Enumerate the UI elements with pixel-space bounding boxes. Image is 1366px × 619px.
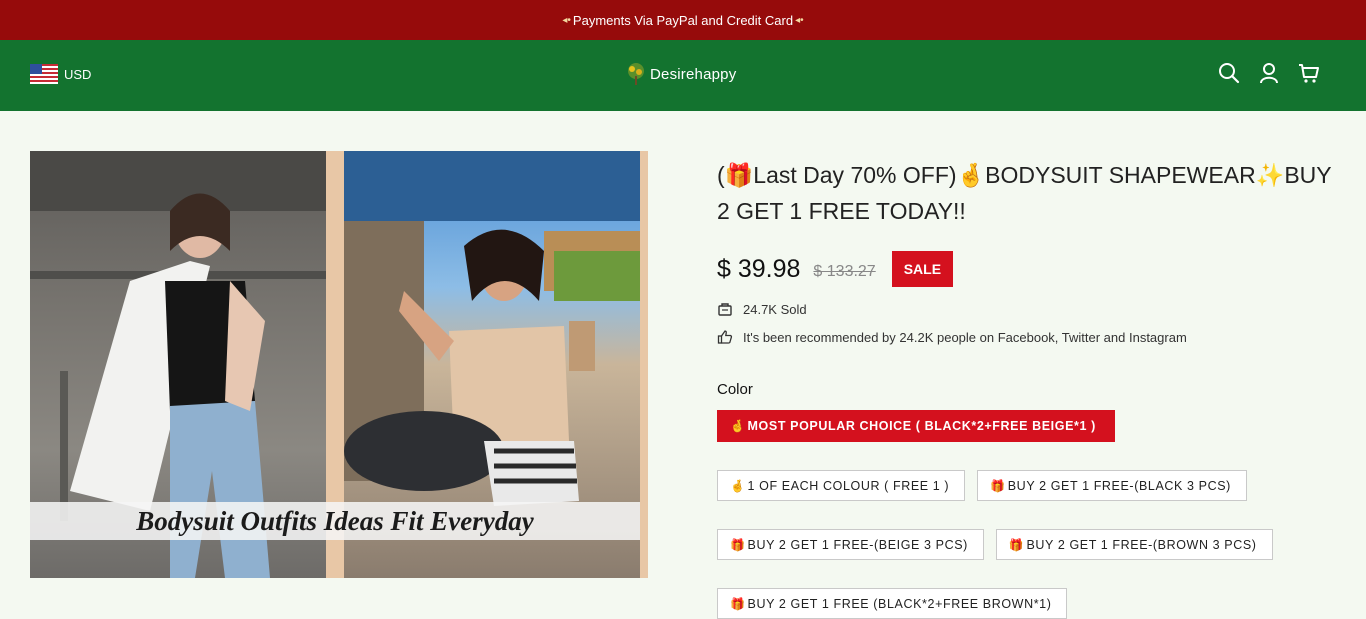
variant-option-beige-3[interactable]: 🎁 BUY 2 GET 1 FREE-(BEIGE 3 PCS): [717, 529, 984, 560]
cart-icon[interactable]: [1298, 62, 1320, 84]
currency-selector[interactable]: USD: [30, 64, 91, 84]
bag-icon: [718, 303, 732, 316]
variant-option-brown-3[interactable]: 🎁 BUY 2 GET 1 FREE-(BROWN 3 PCS): [995, 529, 1273, 560]
product-info: (🎁Last Day 70% OFF)🤞BODYSUIT SHAPEWEAR✨B…: [717, 157, 1342, 619]
announcement-bar: ◂• Payments Via PayPal and Credit Card ◂…: [0, 0, 1366, 40]
sale-badge: SALE: [891, 251, 954, 287]
recommendation-text: It's been recommended by 24.2K people on…: [743, 329, 1187, 345]
variant-label: BUY 2 GET 1 FREE-(BEIGE 3 PCS): [747, 538, 968, 552]
gift-icon: 🎁: [730, 597, 746, 611]
logo-text: Desirehappy: [650, 65, 737, 83]
color-variants: 🤞 MOST POPULAR CHOICE ( BLACK*2+FREE BEI…: [717, 410, 1347, 619]
gift-icon: 🎁: [730, 538, 746, 552]
gift-icon: 🎁: [990, 479, 1006, 493]
product-price: $ 39.98: [717, 254, 801, 283]
recommendation-row: It's been recommended by 24.2K people on…: [717, 329, 1342, 345]
account-icon[interactable]: [1258, 62, 1280, 84]
ornament-right-icon: ◂•: [795, 14, 804, 26]
variant-label: 1 OF EACH COLOUR ( FREE 1 ): [747, 479, 950, 493]
currency-label: USD: [64, 66, 92, 82]
search-icon[interactable]: [1218, 62, 1240, 84]
tree-logo-icon: [628, 63, 644, 85]
product-gallery[interactable]: Bodysuit Outfits Ideas Fit Everyday: [30, 151, 648, 578]
variant-label: BUY 2 GET 1 FREE-(BLACK 3 PCS): [1007, 479, 1231, 493]
variant-option-black-3[interactable]: 🎁 BUY 2 GET 1 FREE-(BLACK 3 PCS): [977, 470, 1247, 501]
gallery-caption: Bodysuit Outfits Ideas Fit Everyday: [30, 502, 640, 540]
gift-icon: 🎁: [1008, 538, 1025, 552]
variant-label: BUY 2 GET 1 FREE-(BROWN 3 PCS): [1026, 538, 1257, 552]
variant-label: MOST POPULAR CHOICE ( BLACK*2+FREE BEIGE…: [747, 419, 1096, 433]
color-label: Color: [717, 381, 753, 398]
price-row: $ 39.98 $ 133.27 SALE: [717, 249, 1342, 289]
variant-option-one-each[interactable]: 🤞 1 OF EACH COLOUR ( FREE 1 ): [717, 470, 966, 501]
us-flag-icon: [30, 64, 58, 84]
announcement-text: Payments Via PayPal and Credit Card: [572, 12, 794, 28]
ornament-left-icon: ◂•: [562, 14, 571, 26]
sold-count-row: 24.7K Sold: [717, 301, 1342, 317]
site-header: USD Desirehappy: [0, 40, 1366, 111]
variant-option-black-brown[interactable]: 🎁 BUY 2 GET 1 FREE (BLACK*2+FREE BROWN*1…: [717, 588, 1068, 619]
site-logo[interactable]: Desirehappy: [624, 62, 736, 86]
hand-emoji-icon: 🤞: [730, 479, 746, 493]
compare-price: $ 133.27: [813, 262, 876, 280]
thumbs-up-icon: [717, 330, 733, 344]
sold-count: 24.7K Sold: [743, 301, 807, 317]
variant-label: BUY 2 GET 1 FREE (BLACK*2+FREE BROWN*1): [747, 597, 1052, 611]
hand-emoji-icon: 🤞: [730, 419, 746, 433]
variant-option-most-popular[interactable]: 🤞 MOST POPULAR CHOICE ( BLACK*2+FREE BEI…: [717, 410, 1115, 442]
product-title: (🎁Last Day 70% OFF)🤞BODYSUIT SHAPEWEAR✨B…: [717, 162, 1332, 224]
